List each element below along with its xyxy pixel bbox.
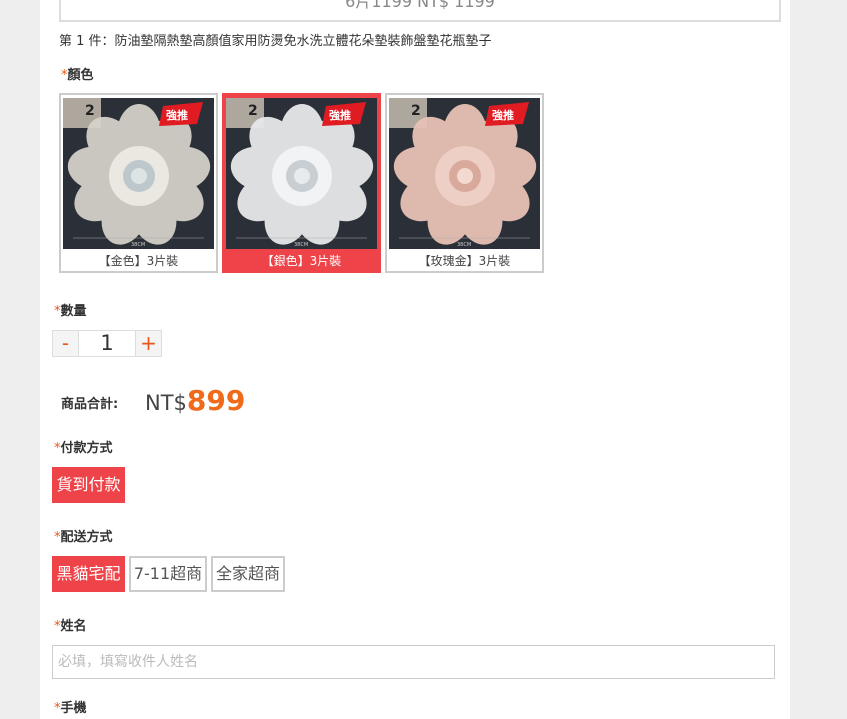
payment-label: *付款方式 bbox=[54, 441, 113, 456]
color-option-gold[interactable]: 2 強推 38CM 【金色】3片裝 bbox=[59, 93, 218, 273]
shipping-label: *配送方式 bbox=[54, 530, 113, 545]
total-price: NT$899 bbox=[145, 384, 245, 417]
previous-option-label: 6片1199 NT$ 1199 bbox=[345, 0, 495, 11]
color-option-label: 【玫瑰金】3片裝 bbox=[418, 254, 511, 268]
name-input[interactable] bbox=[52, 645, 775, 679]
total-amount: 899 bbox=[186, 384, 246, 417]
badge-text: 強推 bbox=[492, 108, 514, 122]
previous-option-box[interactable]: 6片1199 NT$ 1199 bbox=[59, 0, 781, 22]
name-label: *姓名 bbox=[54, 619, 87, 634]
item-line: 第 1 件：防油墊隔熱墊高顏值家用防燙免水洗立體花朵墊裝飾盤墊花瓶墊子 bbox=[59, 34, 492, 49]
color-label: *顏色 bbox=[61, 68, 94, 83]
product-image-gold: 2 強推 38CM bbox=[63, 98, 214, 249]
svg-text:38CM: 38CM bbox=[294, 242, 308, 248]
color-option-silver[interactable]: 2 強推 38CM 【銀色】3片裝 bbox=[222, 93, 381, 273]
color-option-label: 【金色】3片裝 bbox=[98, 254, 179, 268]
svg-text:38CM: 38CM bbox=[131, 242, 145, 248]
svg-text:2: 2 bbox=[248, 103, 258, 119]
shipping-option-home-delivery[interactable]: 黑貓宅配 bbox=[52, 556, 125, 592]
quantity-increase-button[interactable]: + bbox=[135, 330, 162, 357]
svg-text:38CM: 38CM bbox=[457, 242, 471, 248]
svg-text:2: 2 bbox=[411, 103, 421, 119]
quantity-label: *數量 bbox=[54, 304, 87, 319]
payment-option-cod[interactable]: 貨到付款 bbox=[52, 467, 125, 503]
shipping-option-familymart[interactable]: 全家超商 bbox=[211, 556, 285, 592]
order-form-panel: 6片1199 NT$ 1199 第 1 件：防油墊隔熱墊高顏值家用防燙免水洗立體… bbox=[40, 0, 790, 719]
color-option-rose-gold[interactable]: 2 強推 38CM 【玫瑰金】3片裝 bbox=[385, 93, 544, 273]
phone-label: *手機 bbox=[54, 701, 87, 716]
badge-text: 強推 bbox=[166, 108, 188, 122]
shipping-option-711[interactable]: 7-11超商 bbox=[129, 556, 207, 592]
product-image-rose-gold: 2 強推 38CM bbox=[389, 98, 540, 249]
total-label: 商品合計: bbox=[61, 397, 119, 412]
quantity-value[interactable]: 1 bbox=[79, 330, 135, 357]
svg-text:2: 2 bbox=[85, 103, 95, 119]
badge-text: 強推 bbox=[329, 108, 351, 122]
color-option-label: 【銀色】3片裝 bbox=[261, 254, 342, 268]
currency: NT$ bbox=[145, 391, 187, 415]
quantity-decrease-button[interactable]: - bbox=[52, 330, 79, 357]
product-image-silver: 2 強推 38CM bbox=[226, 98, 377, 249]
